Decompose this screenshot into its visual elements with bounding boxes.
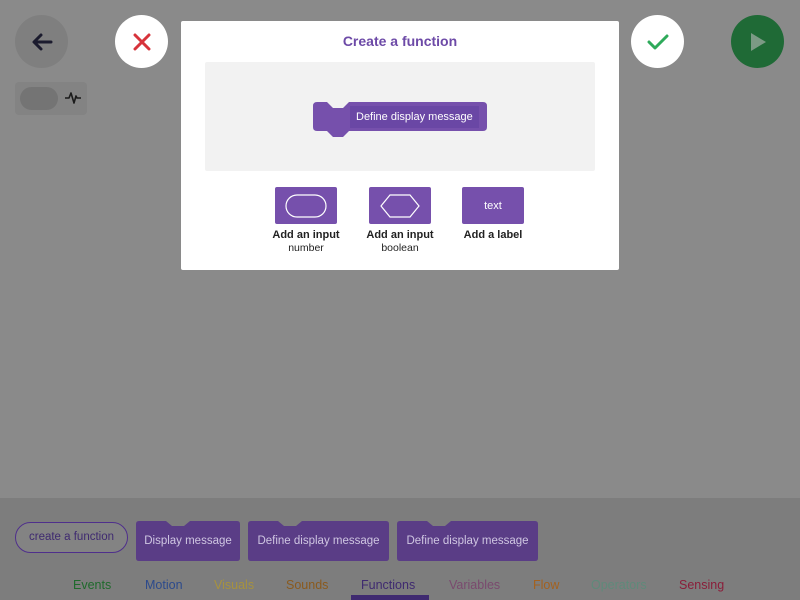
label-tile[interactable]: text <box>462 187 524 224</box>
mode-toggle-group <box>15 82 87 115</box>
add-boolean-input-option[interactable]: Add an input boolean <box>355 187 445 254</box>
boolean-input-tile[interactable] <box>369 187 431 224</box>
tab-functions[interactable]: Functions <box>361 578 415 592</box>
pulse-icon[interactable] <box>64 90 82 106</box>
category-tabs: Events Motion Visuals Sounds Functions V… <box>0 574 800 600</box>
confirm-button[interactable] <box>631 15 684 68</box>
check-icon <box>647 34 668 49</box>
block-label: Define display message <box>257 535 380 547</box>
option-title: Add a label <box>463 229 523 241</box>
tab-flow[interactable]: Flow <box>533 578 559 592</box>
option-subtitle: number <box>288 242 324 254</box>
selected-tab-indicator <box>351 595 429 600</box>
tab-operators[interactable]: Operators <box>591 578 647 592</box>
define-display-message-block[interactable]: Define display message <box>248 521 389 561</box>
add-label-option[interactable]: text Add a label <box>448 187 538 241</box>
display-message-block[interactable]: Display message <box>136 521 240 561</box>
arrow-left-icon <box>32 33 52 50</box>
tab-visuals[interactable]: Visuals <box>214 578 254 592</box>
block-palette: create a function Display message Define… <box>0 498 800 600</box>
mode-toggle[interactable] <box>20 87 58 110</box>
option-title: Add an input <box>272 229 340 241</box>
tab-events[interactable]: Events <box>73 578 111 592</box>
create-function-dialog: Create a function Define display message… <box>181 21 619 270</box>
function-preview-area: Define display message <box>205 62 595 171</box>
play-icon <box>750 32 766 51</box>
tab-variables[interactable]: Variables <box>449 578 500 592</box>
block-label: Display message <box>144 535 232 547</box>
create-function-button[interactable]: create a function <box>15 522 128 553</box>
rounded-rect-icon <box>285 193 327 218</box>
block-label: Define display message <box>406 535 529 547</box>
hexagon-icon <box>380 193 420 218</box>
option-title: Add an input <box>366 229 434 241</box>
tab-sounds[interactable]: Sounds <box>286 578 328 592</box>
close-icon <box>133 33 150 50</box>
label-tile-text: text <box>484 199 502 212</box>
tab-motion[interactable]: Motion <box>145 578 183 592</box>
define-display-message-block[interactable]: Define display message <box>397 521 538 561</box>
tab-sensing[interactable]: Sensing <box>679 578 724 592</box>
add-number-input-option[interactable]: Add an input number <box>261 187 351 254</box>
define-block-preview[interactable]: Define display message <box>313 102 487 137</box>
option-subtitle: boolean <box>381 242 419 254</box>
number-input-tile[interactable] <box>275 187 337 224</box>
dialog-title: Create a function <box>342 33 458 49</box>
function-name-field[interactable]: Define display message <box>350 106 479 128</box>
play-button[interactable] <box>731 15 784 68</box>
cancel-button[interactable] <box>115 15 168 68</box>
back-button[interactable] <box>15 15 68 68</box>
